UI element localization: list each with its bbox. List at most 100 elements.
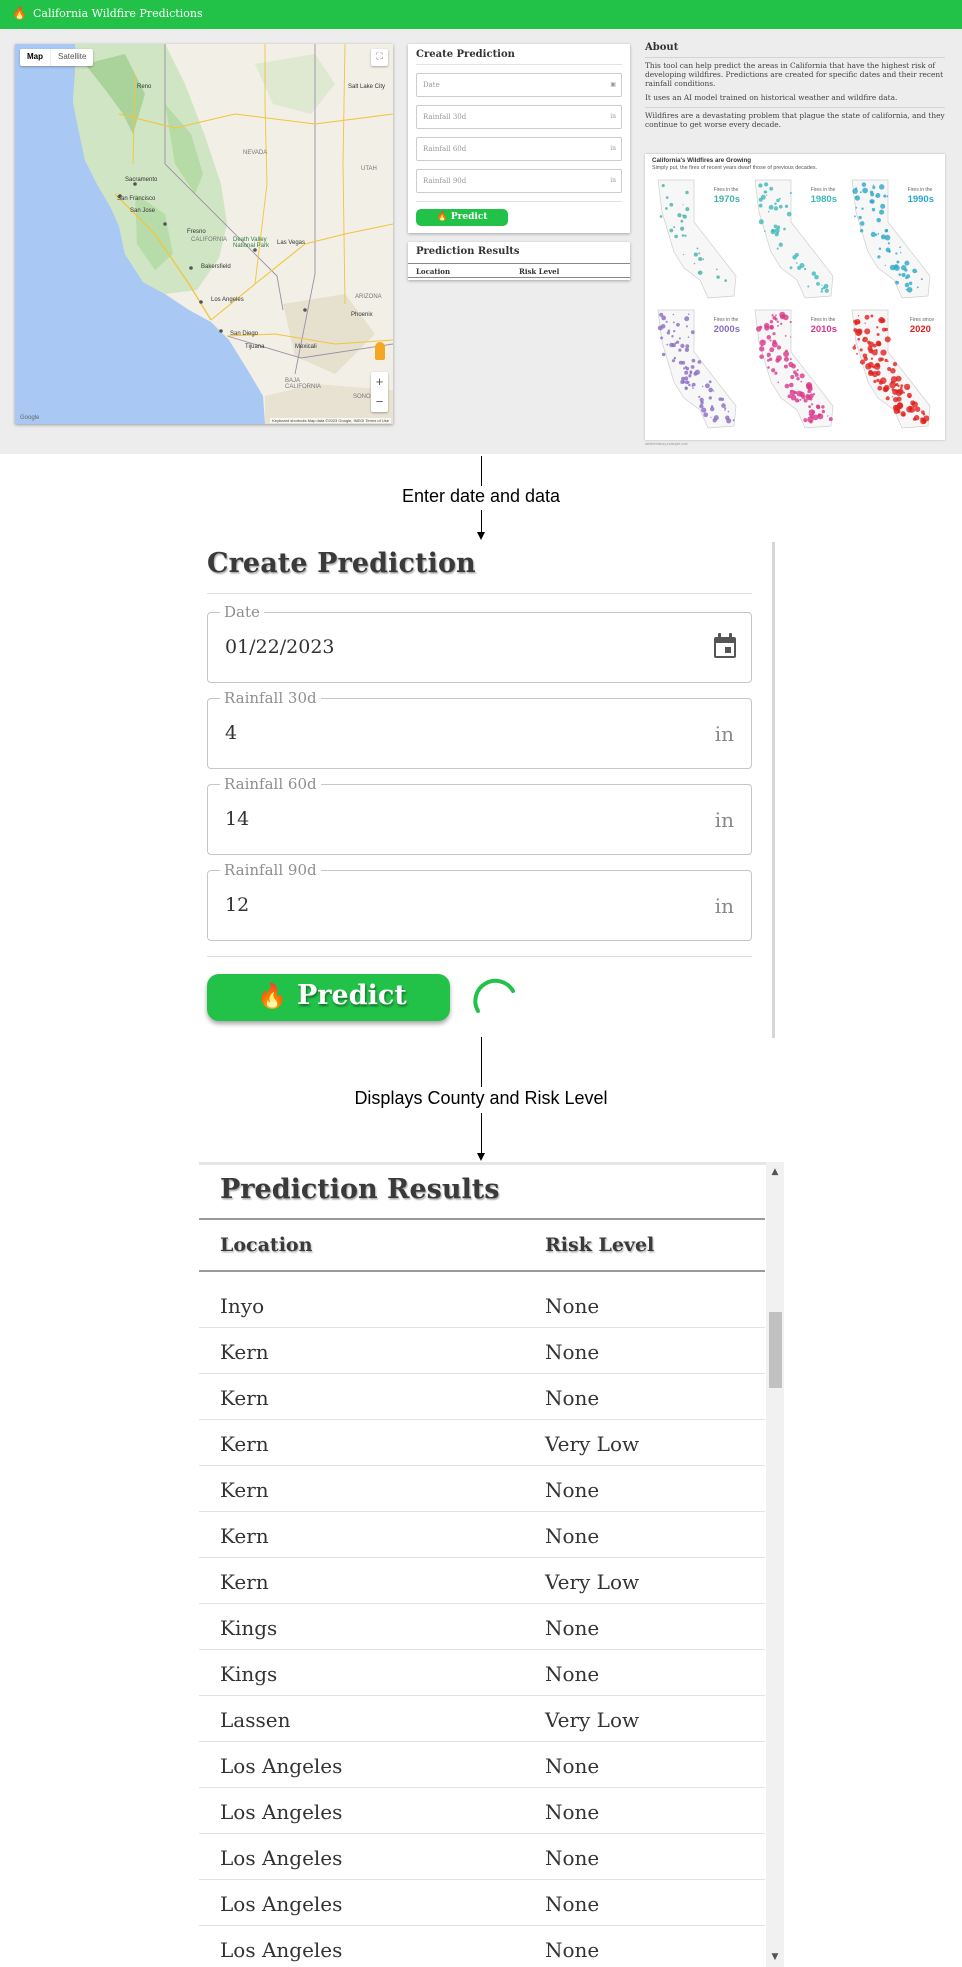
flow-line	[481, 1113, 482, 1156]
scroll-up-icon[interactable]: ▲	[766, 1164, 784, 1180]
table-row[interactable]: Kern None	[199, 1512, 765, 1558]
results-scrollbar[interactable]: ▲ ▼	[766, 1162, 784, 1967]
calendar-icon[interactable]: ▣	[610, 81, 616, 88]
fire-mark	[898, 273, 902, 276]
wildfire-infographic: California's Wildfires are Growing Simpl…	[645, 154, 945, 440]
fire-mark	[783, 351, 790, 357]
mini-predict-button[interactable]: 🔥 Predict	[416, 209, 508, 226]
column-header-risk-level[interactable]: Risk Level	[545, 1234, 654, 1256]
mini-rain90-field[interactable]: Rainfall 90d in	[416, 169, 622, 193]
fire-mark	[666, 331, 671, 335]
date-value[interactable]: 01/22/2023	[225, 636, 335, 658]
table-row[interactable]: Kern None	[199, 1328, 765, 1374]
fire-mark	[699, 404, 704, 409]
fire-mark	[685, 190, 689, 195]
table-row[interactable]: Lassen Very Low	[199, 1696, 765, 1742]
rainfall-30d-value[interactable]: 4	[225, 722, 237, 744]
table-row[interactable]: Kern Very Low	[199, 1558, 765, 1604]
fire-mark	[796, 377, 800, 381]
fire-mark	[687, 336, 690, 338]
map-label: Los Angeles	[211, 297, 244, 303]
mini-col-location: Location	[416, 267, 451, 276]
prediction-results-card[interactable]: Prediction Results Location Risk Level I…	[199, 1162, 784, 1967]
prediction-results-title: Prediction Results	[220, 1174, 500, 1205]
table-row[interactable]: Kern Very Low	[199, 1420, 765, 1466]
predict-button[interactable]: 🔥 Predict	[207, 974, 450, 1021]
zoom-in-button[interactable]: +	[371, 372, 388, 392]
table-row[interactable]: Los Angeles None	[199, 1834, 765, 1880]
column-header-location[interactable]: Location	[220, 1234, 312, 1256]
rainfall-60d-value[interactable]: 14	[225, 808, 249, 830]
create-prediction-card: Create Prediction Date 01/22/2023 Rainfa…	[207, 542, 775, 1038]
fire-mark	[904, 282, 910, 288]
mini-results-card: Prediction Results Location Risk Level	[408, 242, 630, 280]
fire-mark	[768, 204, 774, 210]
date-field[interactable]: Date 01/22/2023	[207, 603, 752, 683]
rainfall-90d-field[interactable]: Rainfall 90d 12 in	[207, 861, 752, 941]
fire-mark	[817, 413, 824, 420]
mini-date-field[interactable]: Date ▣	[416, 73, 622, 97]
cell-location: Kern	[220, 1432, 269, 1456]
fullscreen-icon[interactable]: ⛶	[371, 49, 388, 66]
fire-mark	[783, 356, 789, 362]
table-row[interactable]: Los Angeles None	[199, 1926, 765, 1967]
fire-mark	[693, 252, 698, 257]
fire-mark	[885, 229, 889, 232]
fire-mark	[669, 202, 674, 207]
map-type-satellite-button[interactable]: Satellite	[50, 49, 93, 66]
fire-mark	[857, 315, 860, 317]
fire-mark	[907, 387, 910, 390]
fire-mark	[881, 327, 887, 332]
fire-mark	[908, 281, 913, 285]
fire-mark	[807, 416, 814, 423]
table-row[interactable]: Kings None	[199, 1650, 765, 1696]
cell-location: Kern	[220, 1340, 269, 1364]
table-row[interactable]: Kern None	[199, 1374, 765, 1420]
map-type-map-button[interactable]: Map	[20, 49, 50, 66]
fire-mark	[659, 215, 663, 218]
scrollbar-thumb[interactable]	[769, 1312, 782, 1388]
table-row[interactable]: Kings None	[199, 1604, 765, 1650]
fire-mark	[876, 363, 880, 367]
rainfall-90d-value[interactable]: 12	[225, 894, 249, 916]
rainfall-60d-field[interactable]: Rainfall 60d 14 in	[207, 775, 752, 855]
fire-mark	[807, 386, 813, 392]
fire-mark	[685, 344, 690, 349]
fire-mark	[661, 352, 666, 357]
fire-mark	[696, 247, 699, 250]
table-row[interactable]: Kern None	[199, 1466, 765, 1512]
mini-rain30-field[interactable]: Rainfall 30d in	[416, 105, 622, 129]
fire-mark	[876, 341, 882, 347]
fire-mark	[901, 272, 906, 278]
zoom-out-button[interactable]: −	[371, 392, 388, 412]
fire-mark	[789, 321, 792, 324]
fire-mark	[803, 418, 808, 423]
fire-mark	[724, 279, 728, 282]
cell-risk-level: None	[545, 1662, 600, 1686]
mini-rain60-field[interactable]: Rainfall 60d in	[416, 137, 622, 161]
table-row[interactable]: Inyo None	[199, 1282, 765, 1328]
table-row[interactable]: Los Angeles None	[199, 1788, 765, 1834]
mini-field-unit: in	[610, 177, 616, 184]
fire-mark	[859, 221, 865, 226]
table-row[interactable]: Los Angeles None	[199, 1880, 765, 1926]
calendar-icon[interactable]	[713, 633, 737, 659]
cell-risk-level: None	[545, 1386, 600, 1410]
fire-mark	[861, 207, 864, 210]
fire-mark	[855, 195, 858, 199]
fire-mark	[677, 213, 682, 218]
fire-mark	[708, 380, 712, 384]
fire-mark	[901, 265, 907, 271]
fire-mark	[873, 363, 881, 370]
flow-line	[481, 510, 482, 533]
fire-mark	[758, 203, 763, 208]
about-title: About	[645, 42, 679, 53]
scroll-down-icon[interactable]: ▼	[766, 1949, 784, 1965]
rainfall-30d-field[interactable]: Rainfall 30d 4 in	[207, 689, 752, 769]
fire-mark	[665, 320, 668, 323]
table-row[interactable]: Los Angeles None	[199, 1742, 765, 1788]
map[interactable]: Reno NEVADA Sacramento San Francisco San…	[15, 44, 393, 424]
fire-mark	[784, 204, 789, 209]
pegman-icon[interactable]	[375, 342, 385, 360]
fire-mark	[794, 252, 799, 257]
